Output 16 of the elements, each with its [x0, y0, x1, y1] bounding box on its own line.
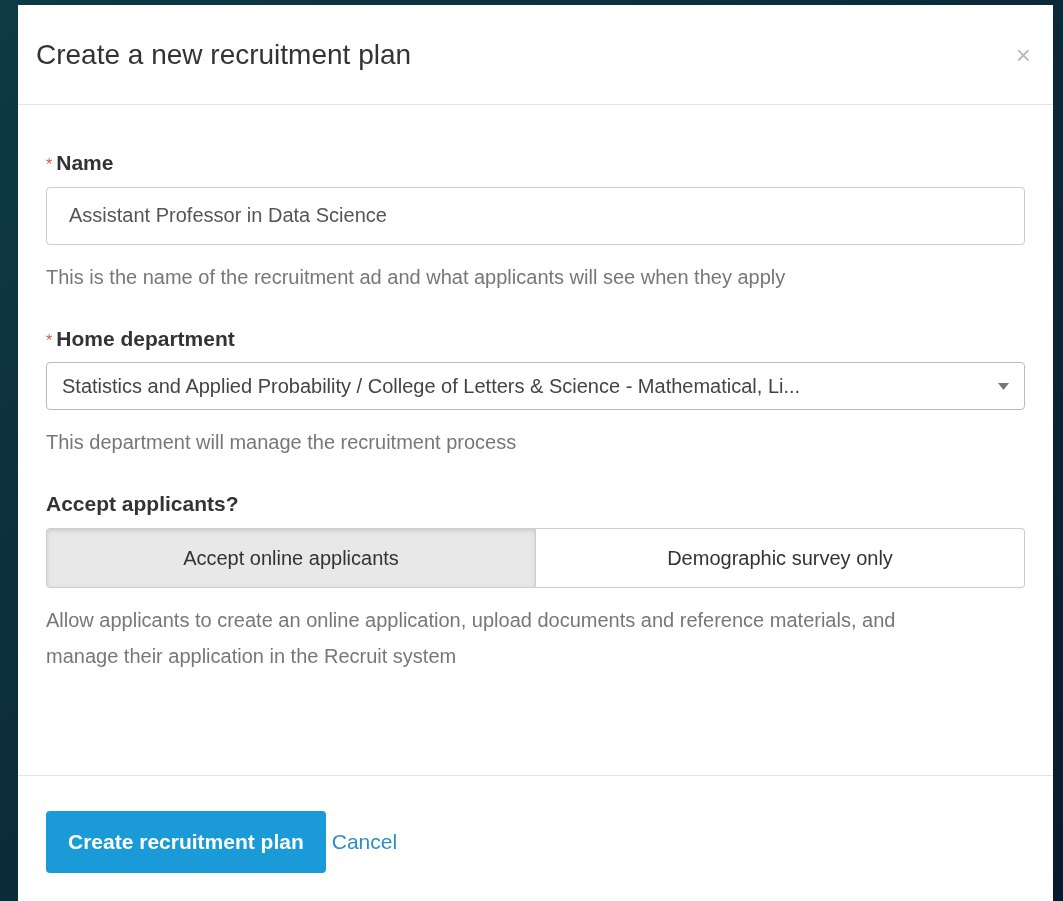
- caret-icon: [998, 382, 1009, 390]
- field-label: Home department: [56, 325, 235, 352]
- required-marker: *: [46, 155, 53, 175]
- help-text: This department will manage the recruitment process: [46, 430, 518, 455]
- field-label: Accept applicants?: [46, 491, 239, 517]
- option-toggle[interactable]: Demographic survey only: [536, 527, 1025, 588]
- required-marker: *: [46, 330, 53, 351]
- help-text: This is the name of the recruitment ad and what applicants will see when they apply: [46, 264, 787, 290]
- dialog-title: Create a new recruitment plan: [36, 37, 412, 72]
- name-input-field[interactable]: Assistant Professor in Data Science: [46, 186, 1025, 245]
- option-toggle[interactable]: Accept online applicants: [46, 527, 536, 588]
- department-dropdown[interactable]: Statistics and Applied Probability / College of Letters & Science - Mathematical, Li...: [46, 362, 1025, 410]
- help-text: Allow applicants to create an online application, upload documents and reference materials, and manage their application in the Recruit system: [46, 607, 897, 669]
- dropdown-value: Statistics and Applied Probability / College of Letters & Science - Mathematical, Li...: [62, 374, 801, 399]
- cancel-link[interactable]: Cancel: [331, 826, 398, 858]
- field-label: Name: [56, 150, 114, 176]
